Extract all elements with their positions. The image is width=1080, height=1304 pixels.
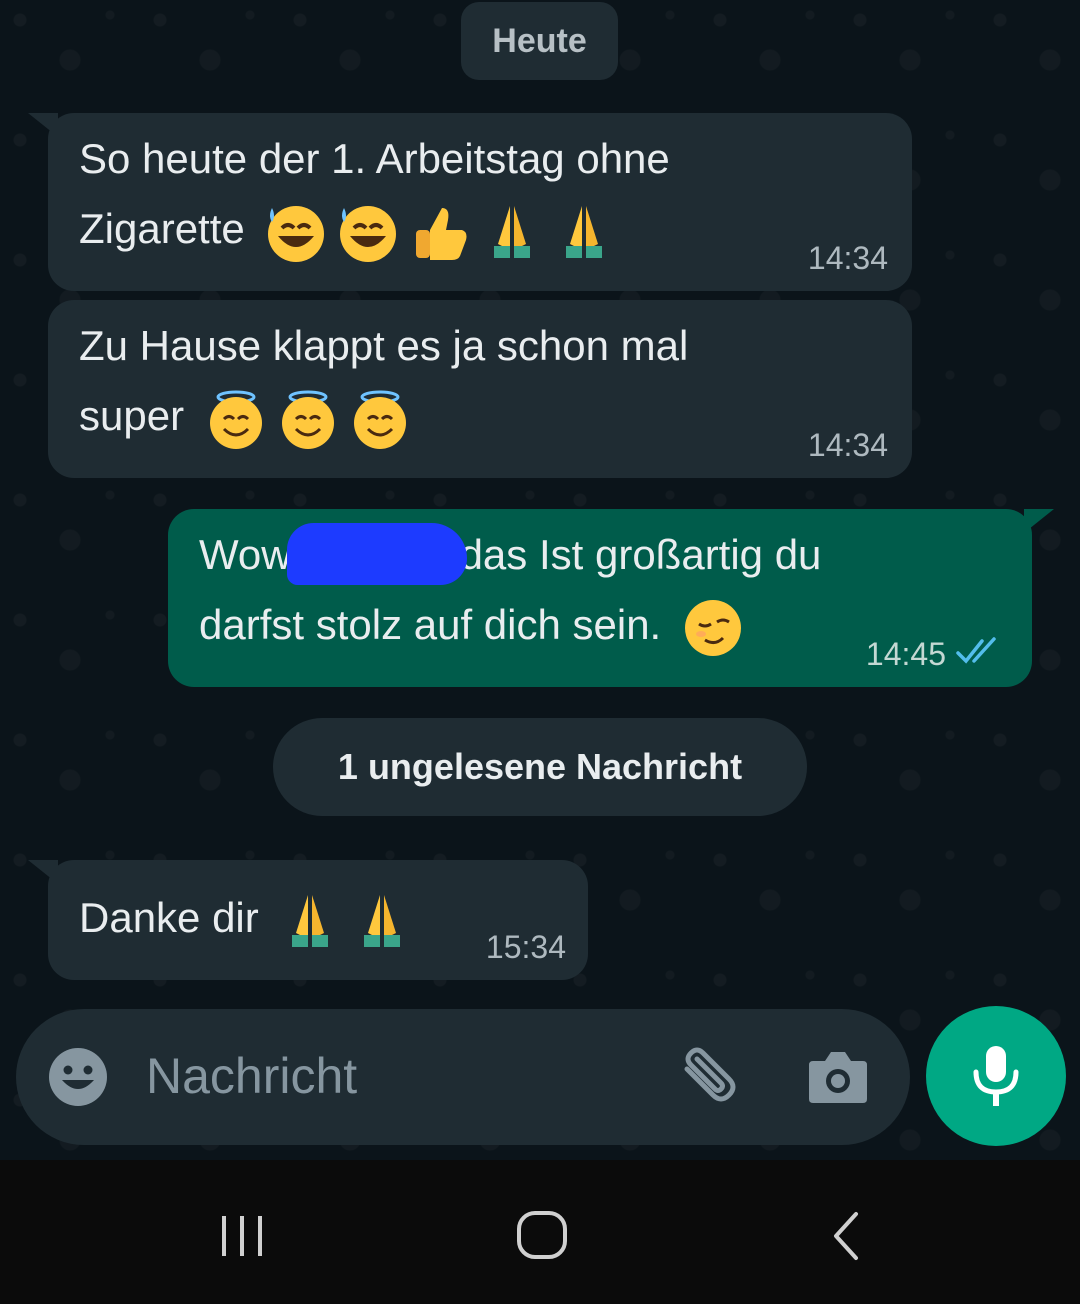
bubble-tail bbox=[1024, 509, 1054, 533]
folded-hands-emoji-icon bbox=[292, 894, 329, 947]
message-text: Danke dir bbox=[79, 894, 259, 941]
relieved-face-emoji-icon bbox=[684, 599, 741, 656]
message-input[interactable]: Nachricht bbox=[146, 1047, 357, 1105]
message-text: super bbox=[79, 392, 185, 439]
double-check-icon bbox=[956, 637, 996, 664]
bubble-tail bbox=[28, 860, 58, 884]
thumbs-up-emoji-icon bbox=[416, 207, 467, 260]
smiling-halo-emoji-icon bbox=[353, 390, 406, 449]
emoji-face-icon[interactable] bbox=[47, 1046, 109, 1108]
microphone-icon bbox=[973, 1046, 1019, 1106]
message-bubble-incoming[interactable]: Danke dir 15:34 bbox=[28, 860, 588, 980]
message-text-line-with-emoji: Danke dir bbox=[79, 884, 414, 953]
recent-apps-icon[interactable] bbox=[218, 1214, 266, 1258]
message-text: Wow bbox=[199, 531, 292, 578]
message-text-line: Zu Hause klappt es ja schon mal bbox=[79, 322, 689, 369]
message-text-line-with-emoji: darfst stolz auf dich sein. bbox=[199, 591, 745, 660]
message-text-line-with-emoji: super bbox=[79, 382, 412, 451]
home-icon[interactable] bbox=[516, 1210, 570, 1262]
folded-hands-emoji-icon bbox=[364, 894, 401, 947]
back-icon[interactable] bbox=[828, 1210, 864, 1262]
redacted-name-overlay bbox=[287, 523, 467, 585]
folded-hands-emoji-icon bbox=[494, 205, 531, 258]
smiling-halo-emoji-icon bbox=[209, 390, 262, 449]
message-text: darfst stolz auf dich sein. bbox=[199, 601, 662, 648]
message-text: Zigarette bbox=[79, 205, 245, 252]
message-text-line-with-emoji: Zigarette bbox=[79, 195, 616, 264]
message-time: 15:34 bbox=[485, 929, 566, 965]
message-text-line: So heute der 1. Arbeitstag ohne bbox=[79, 135, 670, 182]
message-time: 14:34 bbox=[807, 427, 888, 463]
grinning-sweat-emoji-icon bbox=[340, 205, 397, 262]
system-navigation-bar bbox=[0, 1160, 1080, 1304]
message-time: 14:45 bbox=[865, 636, 946, 672]
smiling-halo-emoji-icon bbox=[281, 390, 334, 449]
unread-messages-chip: 1 ungelesene Nachricht bbox=[273, 718, 807, 816]
grinning-sweat-emoji-icon bbox=[268, 205, 325, 262]
folded-hands-emoji-icon bbox=[566, 205, 603, 258]
message-composer[interactable]: Nachricht bbox=[16, 1009, 910, 1145]
camera-icon[interactable] bbox=[807, 1047, 869, 1105]
date-chip: Heute bbox=[461, 2, 618, 80]
message-time: 14:34 bbox=[807, 240, 888, 276]
message-text: das Ist großartig du bbox=[459, 531, 822, 578]
microphone-button[interactable] bbox=[926, 1006, 1066, 1146]
message-bubble-incoming[interactable]: Zu Hause klappt es ja schon mal super 14… bbox=[48, 300, 912, 478]
message-bubble-incoming[interactable]: So heute der 1. Arbeitstag ohne Zigarett… bbox=[28, 113, 912, 291]
bubble-tail bbox=[28, 113, 58, 137]
paperclip-icon[interactable] bbox=[673, 1047, 739, 1109]
